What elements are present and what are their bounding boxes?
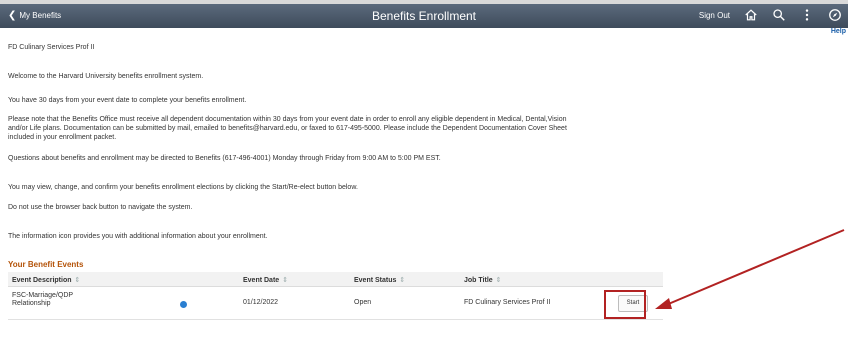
- note-line-1: Please note that the Benefits Office mus…: [8, 116, 567, 123]
- event-status-cell: Open: [354, 299, 372, 306]
- no-back-text: Do not use the browser back button to na…: [8, 204, 193, 211]
- documentation-note: Please note that the Benefits Office mus…: [8, 115, 808, 142]
- col-job-title-label: Job Title: [464, 277, 493, 284]
- help-link[interactable]: Help: [831, 28, 846, 35]
- header-actions: Sign Out: [699, 8, 842, 22]
- info-icon[interactable]: [180, 301, 187, 308]
- navbar-icon[interactable]: [828, 8, 842, 22]
- sign-out-link[interactable]: Sign Out: [699, 11, 730, 20]
- home-icon[interactable]: [744, 8, 758, 22]
- annotation-highlight-box: [604, 290, 646, 319]
- search-icon[interactable]: [772, 8, 786, 22]
- annotation-arrow-line: [665, 229, 845, 306]
- event-description-line-2: Relationship: [12, 300, 51, 307]
- kebab-menu-icon[interactable]: [800, 8, 814, 22]
- sort-icon: ⇕: [495, 277, 502, 284]
- sort-icon: ⇕: [74, 277, 81, 284]
- event-description-line-1: FSC-Marriage/QDP: [12, 292, 74, 299]
- view-change-text: You may view, change, and confirm your b…: [8, 184, 358, 191]
- col-job-title[interactable]: Job Title ⇕: [464, 276, 502, 284]
- col-event-date-label: Event Date: [243, 277, 280, 284]
- welcome-text: Welcome to the Harvard University benefi…: [8, 73, 204, 80]
- sort-icon: ⇕: [282, 277, 289, 284]
- job-title-cell: FD Culinary Services Prof II: [464, 299, 551, 306]
- col-event-date[interactable]: Event Date ⇕: [243, 276, 288, 284]
- info-icon-note: The information icon provides you with a…: [8, 233, 268, 240]
- col-event-status-label: Event Status: [354, 277, 397, 284]
- col-event-description-label: Event Description: [12, 277, 72, 284]
- app-header: ❮ My Benefits Benefits Enrollment Sign Ou…: [0, 4, 848, 28]
- col-event-description[interactable]: Event Description ⇕: [12, 276, 80, 284]
- deadline-text: You have 30 days from your event date to…: [8, 97, 247, 104]
- col-event-status[interactable]: Event Status ⇕: [354, 276, 405, 284]
- questions-text: Questions about benefits and enrollment …: [8, 155, 441, 162]
- sort-icon: ⇕: [399, 277, 406, 284]
- table-row: FSC-Marriage/QDP Relationship 01/12/2022…: [8, 287, 663, 320]
- note-line-2: and/or Life plans. Documentation can be …: [8, 125, 567, 132]
- event-date-cell: 01/12/2022: [243, 299, 279, 306]
- job-label: FD Culinary Services Prof II: [8, 44, 95, 51]
- benefit-events-title: Your Benefit Events: [8, 260, 84, 269]
- table-header: Event Description ⇕ Event Date ⇕ Event Sta…: [8, 272, 663, 287]
- event-description-cell: FSC-Marriage/QDP Relationship: [12, 292, 73, 308]
- note-line-3: included in your enrollment packet.: [8, 134, 117, 141]
